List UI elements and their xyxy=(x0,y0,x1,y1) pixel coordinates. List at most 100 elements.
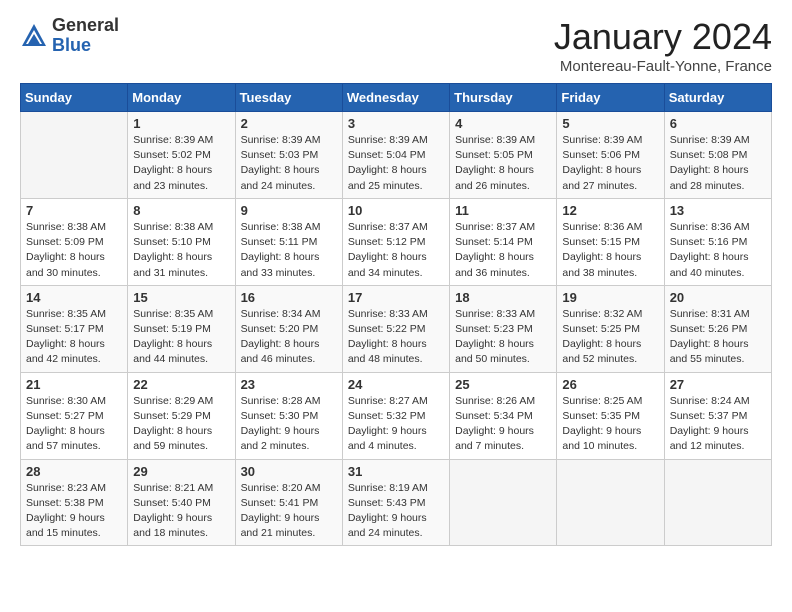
day-detail: Sunrise: 8:24 AMSunset: 5:37 PMDaylight:… xyxy=(670,394,766,455)
calendar-week-row: 28 Sunrise: 8:23 AMSunset: 5:38 PMDayligh… xyxy=(21,459,772,546)
day-detail: Sunrise: 8:39 AMSunset: 5:04 PMDaylight:… xyxy=(348,133,444,194)
day-detail: Sunrise: 8:35 AMSunset: 5:19 PMDaylight:… xyxy=(133,307,229,368)
logo-icon xyxy=(20,22,48,50)
day-detail: Sunrise: 8:38 AMSunset: 5:10 PMDaylight:… xyxy=(133,220,229,281)
weekday-header-row: SundayMondayTuesdayWednesdayThursdayFrid… xyxy=(21,84,772,112)
day-number: 10 xyxy=(348,203,444,218)
calendar-cell: 17 Sunrise: 8:33 AMSunset: 5:22 PMDayligh… xyxy=(342,285,449,372)
day-detail: Sunrise: 8:32 AMSunset: 5:25 PMDaylight:… xyxy=(562,307,658,368)
calendar-week-row: 14 Sunrise: 8:35 AMSunset: 5:17 PMDayligh… xyxy=(21,285,772,372)
weekday-header-saturday: Saturday xyxy=(664,84,771,112)
page-header: General Blue January 2024 Montereau-Faul… xyxy=(20,16,772,75)
calendar-table: SundayMondayTuesdayWednesdayThursdayFrid… xyxy=(20,83,772,546)
calendar-cell: 13 Sunrise: 8:36 AMSunset: 5:16 PMDayligh… xyxy=(664,198,771,285)
calendar-cell: 27 Sunrise: 8:24 AMSunset: 5:37 PMDayligh… xyxy=(664,372,771,459)
calendar-body: 1Sunrise: 8:39 AMSunset: 5:02 PMDaylight… xyxy=(21,112,772,546)
day-detail: Sunrise: 8:36 AMSunset: 5:15 PMDaylight:… xyxy=(562,220,658,281)
day-number: 25 xyxy=(455,377,551,392)
day-detail: Sunrise: 8:25 AMSunset: 5:35 PMDaylight:… xyxy=(562,394,658,455)
calendar-cell: 24 Sunrise: 8:27 AMSunset: 5:32 PMDayligh… xyxy=(342,372,449,459)
day-number: 9 xyxy=(241,203,337,218)
day-number: 4 xyxy=(455,116,551,131)
day-number: 26 xyxy=(562,377,658,392)
calendar-week-row: 7 Sunrise: 8:38 AMSunset: 5:09 PMDaylight… xyxy=(21,198,772,285)
logo: General Blue xyxy=(20,16,119,56)
calendar-week-row: 21Sunrise: 8:30 AMSunset: 5:27 PMDayligh… xyxy=(21,372,772,459)
day-detail: Sunrise: 8:19 AMSunset: 5:43 PMDaylight:… xyxy=(348,481,444,542)
calendar-cell xyxy=(450,459,557,546)
calendar-cell: 23 Sunrise: 8:28 AMSunset: 5:30 PMDayligh… xyxy=(235,372,342,459)
day-number: 30 xyxy=(241,464,337,479)
day-number: 24 xyxy=(348,377,444,392)
calendar-cell: 1Sunrise: 8:39 AMSunset: 5:02 PMDaylight… xyxy=(128,112,235,199)
calendar-cell: 25 Sunrise: 8:26 AMSunset: 5:34 PMDayligh… xyxy=(450,372,557,459)
day-number: 5 xyxy=(562,116,658,131)
day-detail: Sunrise: 8:34 AMSunset: 5:20 PMDaylight:… xyxy=(241,307,337,368)
weekday-header-sunday: Sunday xyxy=(21,84,128,112)
day-number: 13 xyxy=(670,203,766,218)
day-detail: Sunrise: 8:26 AMSunset: 5:34 PMDaylight:… xyxy=(455,394,551,455)
day-detail: Sunrise: 8:39 AMSunset: 5:06 PMDaylight:… xyxy=(562,133,658,194)
day-number: 11 xyxy=(455,203,551,218)
day-detail: Sunrise: 8:31 AMSunset: 5:26 PMDaylight:… xyxy=(670,307,766,368)
day-detail: Sunrise: 8:35 AMSunset: 5:17 PMDaylight:… xyxy=(26,307,122,368)
day-number: 21 xyxy=(26,377,122,392)
day-number: 20 xyxy=(670,290,766,305)
day-number: 7 xyxy=(26,203,122,218)
logo-text: General Blue xyxy=(52,16,119,56)
day-detail: Sunrise: 8:38 AMSunset: 5:09 PMDaylight:… xyxy=(26,220,122,281)
calendar-cell: 4Sunrise: 8:39 AMSunset: 5:05 PMDaylight… xyxy=(450,112,557,199)
month-title: January 2024 xyxy=(554,16,772,58)
calendar-cell: 8 Sunrise: 8:38 AMSunset: 5:10 PMDaylight… xyxy=(128,198,235,285)
calendar-cell: 18Sunrise: 8:33 AMSunset: 5:23 PMDayligh… xyxy=(450,285,557,372)
day-detail: Sunrise: 8:27 AMSunset: 5:32 PMDaylight:… xyxy=(348,394,444,455)
calendar-cell: 2 Sunrise: 8:39 AMSunset: 5:03 PMDaylight… xyxy=(235,112,342,199)
day-detail: Sunrise: 8:28 AMSunset: 5:30 PMDaylight:… xyxy=(241,394,337,455)
weekday-header-wednesday: Wednesday xyxy=(342,84,449,112)
day-number: 8 xyxy=(133,203,229,218)
calendar-cell: 20 Sunrise: 8:31 AMSunset: 5:26 PMDayligh… xyxy=(664,285,771,372)
calendar-cell: 31 Sunrise: 8:19 AMSunset: 5:43 PMDayligh… xyxy=(342,459,449,546)
day-number: 28 xyxy=(26,464,122,479)
day-detail: Sunrise: 8:38 AMSunset: 5:11 PMDaylight:… xyxy=(241,220,337,281)
day-detail: Sunrise: 8:29 AMSunset: 5:29 PMDaylight:… xyxy=(133,394,229,455)
day-number: 17 xyxy=(348,290,444,305)
calendar-cell: 21Sunrise: 8:30 AMSunset: 5:27 PMDayligh… xyxy=(21,372,128,459)
day-number: 14 xyxy=(26,290,122,305)
day-number: 27 xyxy=(670,377,766,392)
day-number: 2 xyxy=(241,116,337,131)
day-number: 31 xyxy=(348,464,444,479)
weekday-header-friday: Friday xyxy=(557,84,664,112)
day-detail: Sunrise: 8:37 AMSunset: 5:12 PMDaylight:… xyxy=(348,220,444,281)
calendar-cell: 26 Sunrise: 8:25 AMSunset: 5:35 PMDayligh… xyxy=(557,372,664,459)
title-block: January 2024 Montereau-Fault-Yonne, Fran… xyxy=(554,16,772,75)
calendar-cell: 6Sunrise: 8:39 AMSunset: 5:08 PMDaylight… xyxy=(664,112,771,199)
calendar-cell: 22 Sunrise: 8:29 AMSunset: 5:29 PMDayligh… xyxy=(128,372,235,459)
location: Montereau-Fault-Yonne, France xyxy=(554,58,772,75)
calendar-cell: 7 Sunrise: 8:38 AMSunset: 5:09 PMDaylight… xyxy=(21,198,128,285)
weekday-header-thursday: Thursday xyxy=(450,84,557,112)
day-number: 23 xyxy=(241,377,337,392)
day-detail: Sunrise: 8:33 AMSunset: 5:22 PMDaylight:… xyxy=(348,307,444,368)
calendar-cell: 19Sunrise: 8:32 AMSunset: 5:25 PMDayligh… xyxy=(557,285,664,372)
calendar-week-row: 1Sunrise: 8:39 AMSunset: 5:02 PMDaylight… xyxy=(21,112,772,199)
day-number: 18 xyxy=(455,290,551,305)
day-number: 15 xyxy=(133,290,229,305)
day-detail: Sunrise: 8:23 AMSunset: 5:38 PMDaylight:… xyxy=(26,481,122,542)
calendar-cell: 9 Sunrise: 8:38 AMSunset: 5:11 PMDaylight… xyxy=(235,198,342,285)
calendar-cell xyxy=(21,112,128,199)
day-number: 16 xyxy=(241,290,337,305)
calendar-cell: 12Sunrise: 8:36 AMSunset: 5:15 PMDayligh… xyxy=(557,198,664,285)
calendar-cell: 5 Sunrise: 8:39 AMSunset: 5:06 PMDaylight… xyxy=(557,112,664,199)
weekday-header-monday: Monday xyxy=(128,84,235,112)
calendar-cell: 3Sunrise: 8:39 AMSunset: 5:04 PMDaylight… xyxy=(342,112,449,199)
day-detail: Sunrise: 8:39 AMSunset: 5:03 PMDaylight:… xyxy=(241,133,337,194)
day-number: 6 xyxy=(670,116,766,131)
calendar-cell xyxy=(557,459,664,546)
calendar-cell: 15 Sunrise: 8:35 AMSunset: 5:19 PMDayligh… xyxy=(128,285,235,372)
day-detail: Sunrise: 8:36 AMSunset: 5:16 PMDaylight:… xyxy=(670,220,766,281)
calendar-cell: 11Sunrise: 8:37 AMSunset: 5:14 PMDayligh… xyxy=(450,198,557,285)
day-number: 22 xyxy=(133,377,229,392)
day-number: 1 xyxy=(133,116,229,131)
day-detail: Sunrise: 8:21 AMSunset: 5:40 PMDaylight:… xyxy=(133,481,229,542)
